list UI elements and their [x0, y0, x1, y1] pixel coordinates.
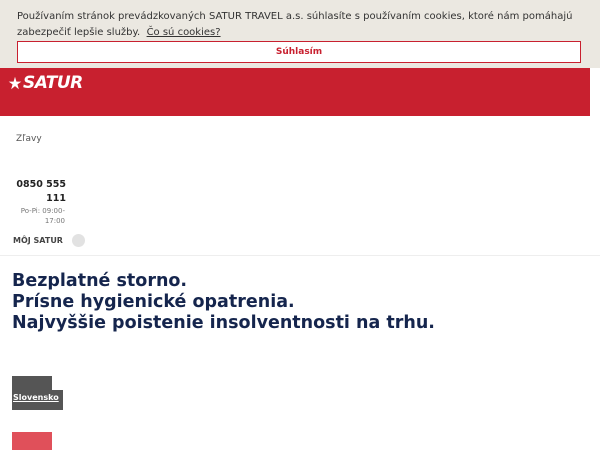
- tile-image: [12, 376, 52, 390]
- opening-hours: Po-Pi: 09:00-17:00: [20, 207, 65, 225]
- cookie-info-link[interactable]: Čo sú cookies?: [147, 27, 221, 38]
- nav-link-discounts[interactable]: Zľavy: [16, 134, 42, 144]
- divider: [0, 255, 600, 256]
- cookie-banner: Používaním stránok prevádzkovaných SATUR…: [0, 0, 600, 68]
- logo-text: SATUR: [23, 73, 83, 93]
- hero-line-2: Prísne hygienické opatrenia.: [12, 292, 295, 312]
- cookie-message: Používaním stránok prevádzkovaných SATUR…: [17, 9, 577, 41]
- my-satur-link[interactable]: MÔJ SATUR: [13, 236, 63, 245]
- star-icon: [8, 76, 22, 90]
- hero-headline: Bezplatné storno. Prísne hygienické opat…: [12, 271, 592, 334]
- hero-line-3: Najvyššie poistenie insolventnosti na tr…: [12, 313, 435, 333]
- cookie-text: Používaním stránok prevádzkovaných SATUR…: [17, 11, 573, 38]
- destination-tile-image[interactable]: [12, 432, 52, 450]
- phone-number[interactable]: 0850 555 111: [14, 178, 66, 206]
- user-avatar-icon[interactable]: [72, 234, 85, 247]
- tile-label[interactable]: Slovensko: [12, 390, 63, 410]
- hero-line-1: Bezplatné storno.: [12, 271, 188, 291]
- site-header: SATUR: [0, 68, 590, 116]
- satur-logo[interactable]: SATUR: [8, 73, 83, 93]
- cookie-accept-button[interactable]: Súhlasím: [17, 41, 581, 63]
- destination-tile[interactable]: Slovensko: [12, 376, 64, 411]
